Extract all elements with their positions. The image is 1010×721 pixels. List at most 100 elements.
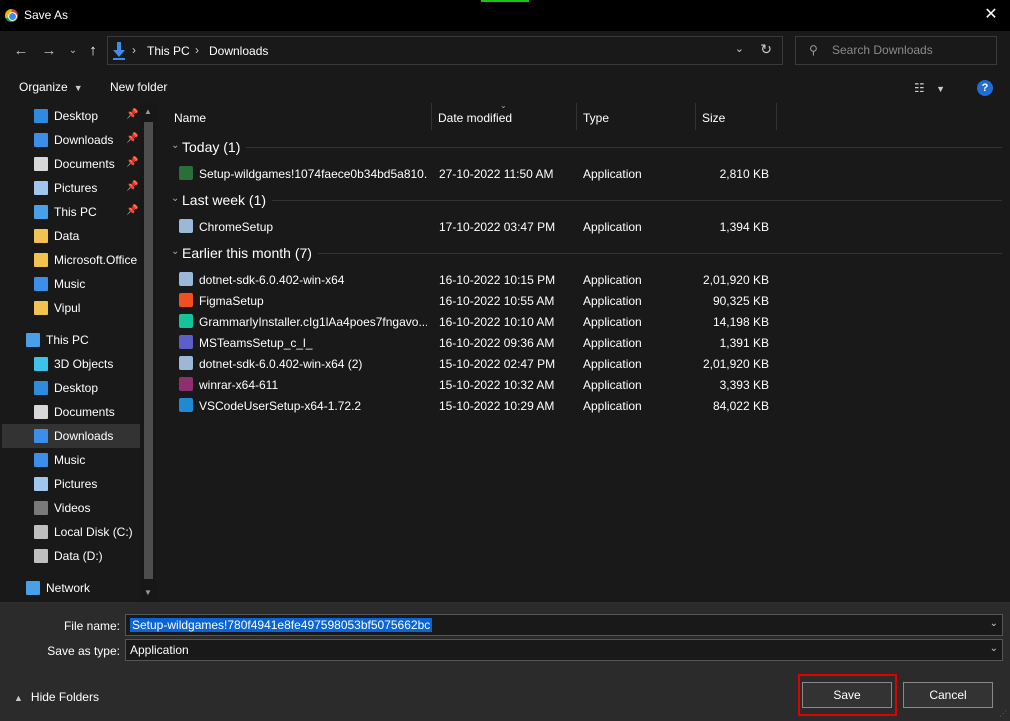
file-size: 2,01,920 KB [702, 357, 769, 371]
sidebar-item-downloads[interactable]: Downloads 📌 [2, 128, 140, 152]
folder-icon [34, 229, 48, 243]
file-row[interactable]: FigmaSetup 16-10-2022 10:55 AM Application… [168, 290, 1002, 311]
organize-button[interactable]: Organize ▼ [19, 80, 83, 94]
sidebar-item-pc-documents[interactable]: Documents [2, 400, 140, 424]
back-arrow-icon[interactable]: ← [10, 39, 32, 63]
file-type: Application [583, 167, 642, 181]
teams-icon [179, 335, 193, 349]
column-header-type[interactable]: Type [577, 103, 696, 130]
sidebar-item-pc-downloads[interactable]: Downloads [2, 424, 140, 448]
file-row[interactable]: GrammarlyInstaller.cIg1lAa4poes7fngavo..… [168, 311, 1002, 332]
file-name: VSCodeUserSetup-x64-1.72.2 [199, 399, 362, 413]
installer-icon [179, 219, 193, 233]
cancel-button[interactable]: Cancel [903, 682, 993, 708]
sidebar-item-label: Downloads [54, 429, 114, 443]
file-type: Application [583, 315, 642, 329]
sidebar-item-label: Pictures [54, 181, 98, 195]
group-header[interactable]: ⌄ Last week (1) [168, 189, 1002, 211]
figma-icon [179, 293, 193, 307]
group-header[interactable]: ⌄ Earlier this month (7) [168, 242, 1002, 264]
sidebar-item-pc-music[interactable]: Music [2, 448, 140, 472]
pin-icon: 📌 [126, 133, 139, 144]
file-name-value[interactable]: Setup-wildgames!780f4941e8fe497598053bf5… [130, 618, 433, 632]
breadcrumb-downloads[interactable]: Downloads [209, 44, 268, 58]
recent-locations-chevron-icon[interactable]: ⌄ [62, 39, 84, 63]
file-type: Application [583, 336, 642, 350]
sidebar-item-label: Music [54, 453, 86, 467]
breadcrumb-this-pc[interactable]: This PC [147, 44, 190, 58]
group-collapse-chevron-icon[interactable]: ⌄ [171, 140, 179, 151]
forward-arrow-icon[interactable]: → [38, 39, 60, 63]
file-name-label: File name: [63, 619, 120, 633]
file-date-modified: 15-10-2022 02:47 PM [439, 357, 556, 371]
save-button[interactable]: Save [802, 682, 892, 708]
save-as-type-select[interactable]: Application ⌄ [125, 639, 1003, 661]
column-header-name[interactable]: Name [168, 103, 432, 130]
file-date-modified: 16-10-2022 09:36 AM [439, 336, 555, 350]
file-row[interactable]: winrar-x64-611 15-10-2022 10:32 AM Applica… [168, 374, 1002, 395]
file-name-field[interactable]: Setup-wildgames!780f4941e8fe497598053bf5… [125, 614, 1003, 636]
pin-icon: 📌 [126, 109, 139, 120]
address-dropdown-chevron-icon[interactable]: ⌄ [735, 42, 744, 55]
sidebar-item-desktop[interactable]: Desktop 📌 [2, 104, 140, 128]
hide-folders-button[interactable]: ▲ Hide Folders [14, 690, 99, 704]
file-name-dropdown-chevron-icon[interactable]: ⌄ [990, 618, 998, 629]
sidebar-item-this-pc[interactable]: This PC 📌 [2, 200, 140, 224]
sort-indicator-icon: ⌄ [500, 101, 507, 110]
sidebar-item-pc-videos[interactable]: Videos [2, 496, 140, 520]
documents-icon [34, 405, 48, 419]
sidebar-item-pc-local-disk-c-[interactable]: Local Disk (C:) [2, 520, 140, 544]
sidebar-item-pc-3d-objects[interactable]: 3D Objects [2, 352, 140, 376]
sidebar-item-this-pc-root[interactable]: This PC [2, 328, 140, 352]
navigation-pane-scrollbar[interactable]: ▲ ▼ [140, 103, 157, 602]
new-folder-button[interactable]: New folder [110, 80, 167, 94]
file-row[interactable]: ChromeSetup 17-10-2022 03:47 PM Applicatio… [168, 216, 1002, 237]
file-row[interactable]: dotnet-sdk-6.0.402-win-x64 (2) 15-10-2022… [168, 353, 1002, 374]
file-list: Name Date modified Type Size ⌄ ⌄ Today (1… [160, 101, 1010, 602]
search-input[interactable] [832, 43, 982, 57]
download-folder-icon [34, 429, 48, 443]
address-bar[interactable]: › This PC › Downloads ⌄ ↻ [107, 36, 783, 65]
sidebar-item-label: Documents [54, 157, 115, 171]
file-row[interactable]: dotnet-sdk-6.0.402-win-x64 16-10-2022 10:… [168, 269, 1002, 290]
group-header[interactable]: ⌄ Today (1) [168, 136, 1002, 158]
sidebar-item-pc-desktop[interactable]: Desktop [2, 376, 140, 400]
search-box[interactable]: ⚲ [795, 36, 997, 65]
installer-icon [179, 272, 193, 286]
sidebar-item-microsoft-office[interactable]: Microsoft.Office [2, 248, 140, 272]
file-row[interactable]: MSTeamsSetup_c_l_ 16-10-2022 09:36 AM Appl… [168, 332, 1002, 353]
sidebar-item-documents[interactable]: Documents 📌 [2, 152, 140, 176]
sidebar-item-music[interactable]: Music [2, 272, 140, 296]
close-button[interactable]: ✕ [978, 3, 1004, 27]
sidebar-item-label: Network [46, 581, 91, 595]
file-type: Application [583, 294, 642, 308]
group-divider [272, 200, 1002, 201]
sidebar-item-network[interactable]: Network [2, 576, 140, 600]
group-collapse-chevron-icon[interactable]: ⌄ [171, 193, 179, 204]
sidebar-item-pictures[interactable]: Pictures 📌 [2, 176, 140, 200]
save-as-type-chevron-icon[interactable]: ⌄ [990, 643, 998, 654]
column-header-size[interactable]: Size [696, 103, 777, 130]
help-icon[interactable]: ? [977, 80, 993, 96]
scroll-down-icon[interactable]: ▼ [144, 588, 152, 597]
sidebar-item-pc-data-d-[interactable]: Data (D:) [2, 544, 140, 568]
sidebar-item-vipul[interactable]: Vipul [2, 296, 140, 320]
chrome-icon [5, 9, 18, 22]
file-date-modified: 17-10-2022 03:47 PM [439, 220, 556, 234]
sidebar-item-label: Vipul [54, 301, 81, 315]
scrollbar-thumb[interactable] [144, 122, 153, 579]
refresh-icon[interactable]: ↻ [760, 41, 772, 58]
scroll-up-icon[interactable]: ▲ [144, 107, 152, 116]
group-collapse-chevron-icon[interactable]: ⌄ [171, 246, 179, 257]
group-title: Last week (1) [182, 192, 267, 208]
resize-grip-icon[interactable]: ⋰ [999, 709, 1007, 718]
file-name: dotnet-sdk-6.0.402-win-x64 (2) [199, 357, 363, 371]
pictures-icon [34, 477, 48, 491]
sidebar-item-pc-pictures[interactable]: Pictures [2, 472, 140, 496]
file-row[interactable]: VSCodeUserSetup-x64-1.72.2 15-10-2022 10:… [168, 395, 1002, 416]
column-type-label: Type [583, 111, 610, 125]
sidebar-item-data[interactable]: Data [2, 224, 140, 248]
file-row[interactable]: Setup-wildgames!1074faece0b34bd5a810... 2… [168, 163, 1002, 184]
up-arrow-icon[interactable]: ↑ [82, 39, 104, 63]
change-view-icon[interactable]: ☷ ▼ [914, 81, 950, 95]
